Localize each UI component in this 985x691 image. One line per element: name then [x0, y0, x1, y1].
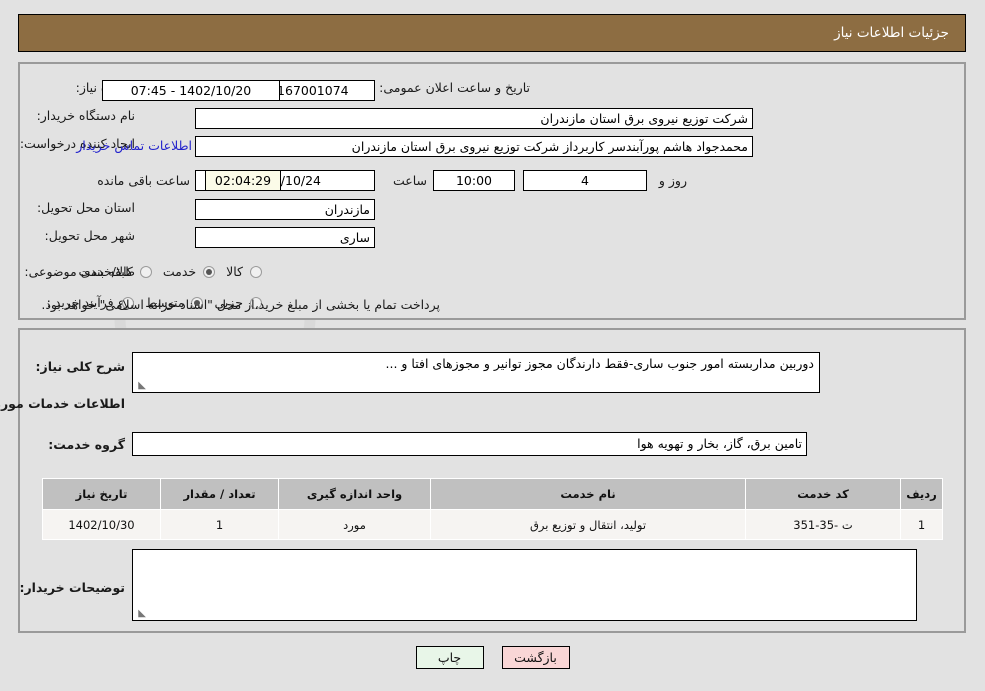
- cell-quantity: 1: [160, 509, 279, 540]
- th-radif: ردیف: [900, 478, 943, 510]
- page-header-bar: جزئیات اطلاعات نیاز: [18, 14, 966, 52]
- table-header-row: ردیف کد خدمت نام خدمت واحد اندازه گیری ت…: [42, 478, 943, 510]
- deadline-time-label: ساعت: [392, 173, 427, 188]
- announce-datetime-label: تاریخ و ساعت اعلان عمومی:: [379, 80, 530, 95]
- radio-kala-khedmat-label: کالا/خدمت: [78, 264, 133, 279]
- page-root: AriaTender.net جزئیات اطلاعات نیاز شماره…: [0, 0, 985, 691]
- page-title: جزئیات اطلاعات نیاز: [834, 25, 949, 41]
- announce-datetime-row: تاریخ و ساعت اعلان عمومی:: [379, 80, 530, 95]
- services-section-title: اطلاعات خدمات مورد نیاز: [0, 396, 125, 411]
- service-group-field[interactable]: تامین برق، گاز، بخار و تهویه هوا: [132, 432, 807, 456]
- delivery-city-row: شهر محل تحویل:: [45, 228, 135, 243]
- buyer-contact-link[interactable]: اطلاعات تماس خریدار: [76, 138, 192, 153]
- th-unit: واحد اندازه گیری: [278, 478, 431, 510]
- cell-service-code: ت -35-351: [745, 509, 901, 540]
- general-description-textarea[interactable]: دوربین مداربسته امور جنوب ساری-فقط دارند…: [132, 352, 820, 393]
- action-button-row: بازگشت چاپ: [0, 646, 985, 669]
- radio-option-kala-khedmat[interactable]: کالا/خدمت: [70, 264, 154, 279]
- buyer-notes-textarea[interactable]: ◣: [132, 549, 917, 621]
- radio-khedmat-label: خدمت: [162, 264, 197, 279]
- buyer-org-field[interactable]: شرکت توزیع نیروی برق استان مازندران: [195, 108, 753, 129]
- cell-need-date: 1402/10/30: [42, 509, 161, 540]
- table-row: 1 ت -35-351 تولید، انتقال و توزیع برق مو…: [42, 509, 943, 540]
- cell-unit: مورد: [278, 509, 431, 540]
- general-description-label: شرح کلی نیاز:: [35, 359, 125, 374]
- resize-handle-icon[interactable]: ◣: [136, 381, 146, 391]
- radio-option-kala[interactable]: کالا: [218, 264, 265, 279]
- cell-service-name: تولید، انتقال و توزیع برق: [430, 509, 746, 540]
- th-service-name: نام خدمت: [430, 478, 746, 510]
- radio-kala-icon[interactable]: [250, 265, 262, 278]
- radio-khedmat-icon[interactable]: [203, 265, 216, 278]
- delivery-city-label: شهر محل تحویل:: [44, 228, 135, 243]
- radio-kala-khedmat-icon[interactable]: [139, 265, 152, 278]
- print-button[interactable]: چاپ: [415, 646, 484, 669]
- buyer-notes-label: توضیحات خریدار:: [19, 580, 125, 595]
- general-description-value: دوربین مداربسته امور جنوب ساری-فقط دارند…: [385, 356, 814, 371]
- delivery-province-label: استان محل تحویل:: [36, 200, 135, 215]
- countdown-label: ساعت باقی مانده: [97, 173, 190, 188]
- purchase-process-note: پرداخت تمام یا بخشی از مبلغ خرید،از محل …: [41, 297, 440, 312]
- service-group-label: گروه خدمت:: [48, 437, 125, 452]
- radio-option-khedmat[interactable]: خدمت: [155, 264, 218, 279]
- resize-handle-icon-2[interactable]: ◣: [136, 609, 146, 619]
- announce-datetime-field[interactable]: 1402/10/20 - 07:45: [102, 80, 280, 101]
- cell-radif: 1: [900, 509, 943, 540]
- th-need-date: تاریخ نیاز: [42, 478, 161, 510]
- th-quantity: تعداد / مقدار: [160, 478, 279, 510]
- subject-category-options: کالا خدمت کالا/خدمت: [70, 264, 265, 279]
- back-button[interactable]: بازگشت: [501, 646, 570, 669]
- delivery-city-field[interactable]: ساری: [195, 227, 375, 248]
- buyer-org-row: نام دستگاه خریدار:: [37, 108, 135, 123]
- deadline-time-field[interactable]: 10:00: [433, 170, 515, 191]
- remaining-days-field[interactable]: 4: [523, 170, 647, 191]
- remaining-days-label: روز و: [658, 173, 687, 188]
- countdown-field: 02:04:29: [205, 170, 281, 191]
- request-creator-field[interactable]: محمدجواد هاشم پورآبندسر کاربرداز شرکت تو…: [195, 136, 753, 157]
- delivery-province-field[interactable]: مازندران: [195, 199, 375, 220]
- radio-kala-label: کالا: [226, 264, 243, 279]
- buyer-org-label: نام دستگاه خریدار:: [36, 108, 135, 123]
- th-service-code: کد خدمت: [745, 478, 901, 510]
- delivery-province-row: استان محل تحویل:: [37, 200, 135, 215]
- services-table-wrapper: ردیف کد خدمت نام خدمت واحد اندازه گیری ت…: [42, 478, 943, 540]
- services-table: ردیف کد خدمت نام خدمت واحد اندازه گیری ت…: [42, 478, 943, 540]
